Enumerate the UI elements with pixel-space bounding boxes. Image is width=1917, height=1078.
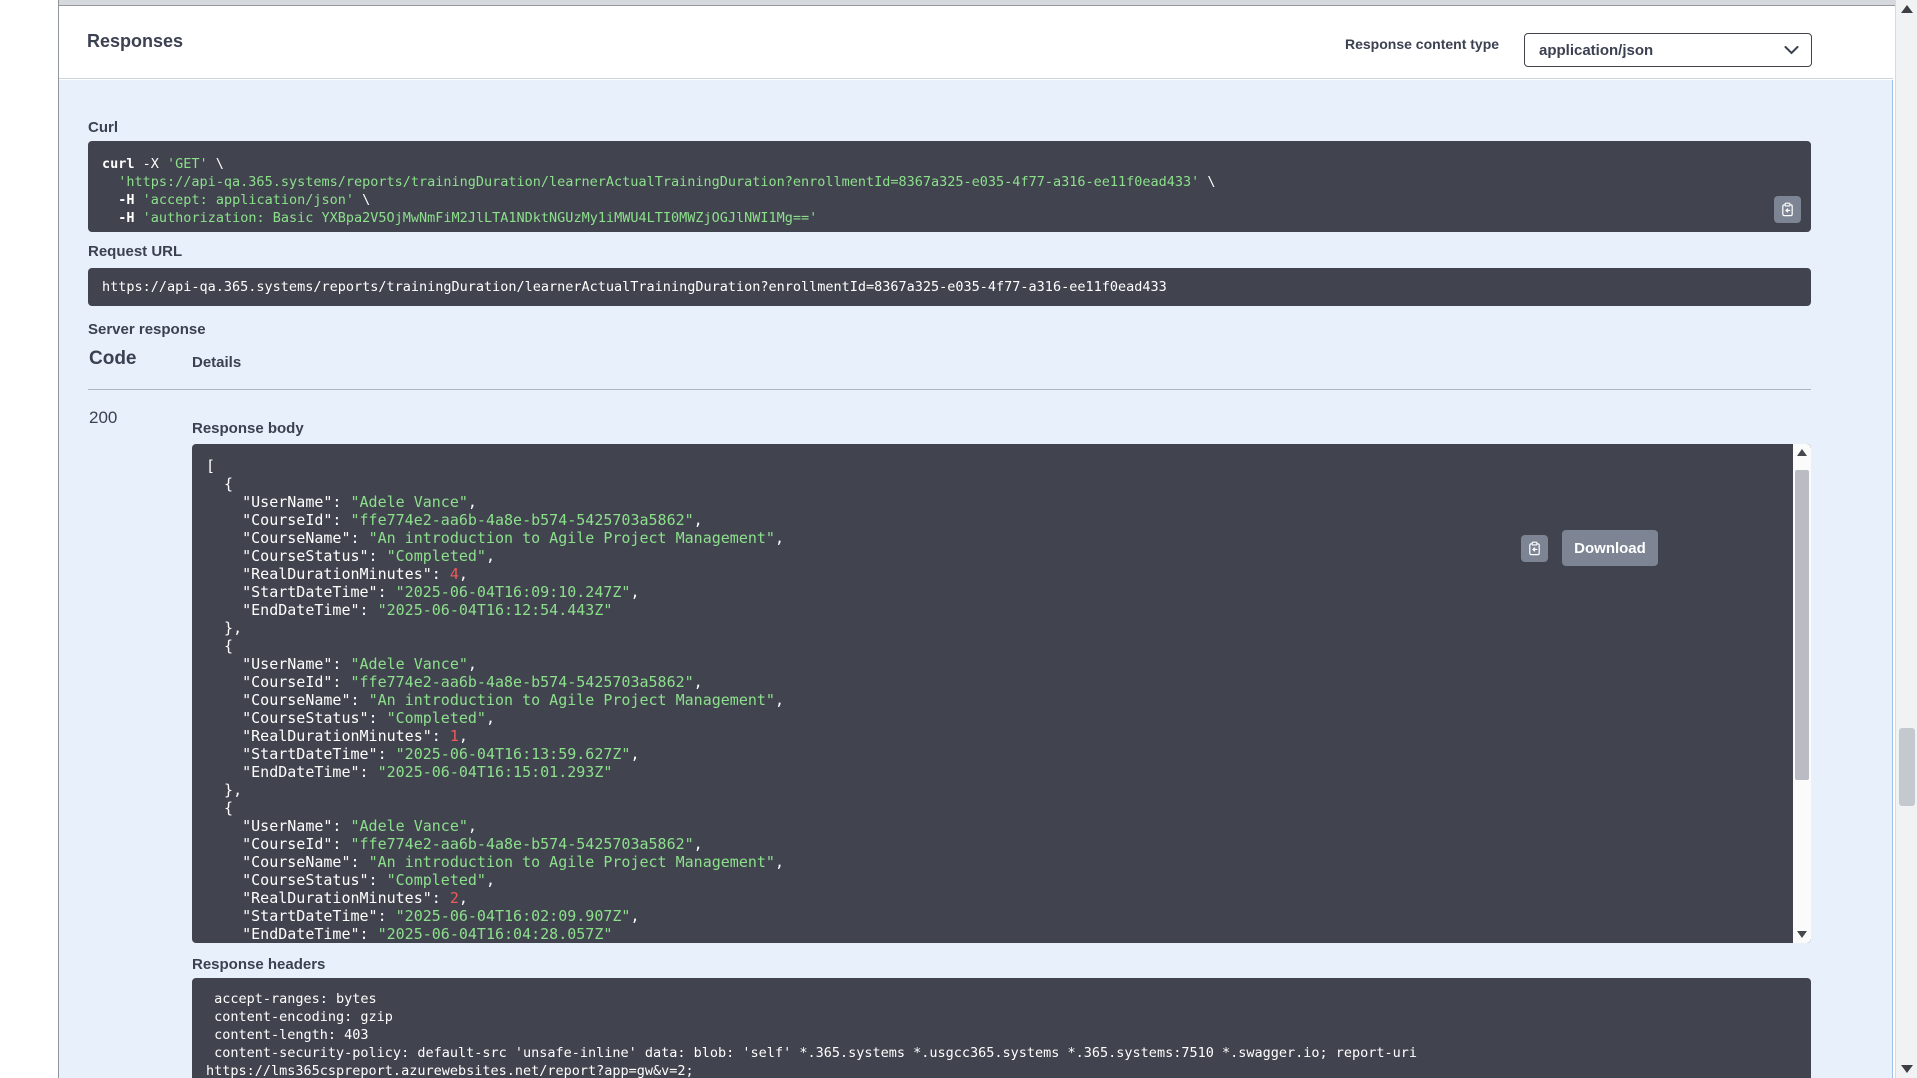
response-content-type-select[interactable]: application/json	[1524, 33, 1812, 67]
top-divider	[58, 0, 1895, 6]
copy-curl-button[interactable]	[1774, 196, 1801, 223]
download-button[interactable]: Download	[1562, 530, 1658, 566]
curl-label: Curl	[88, 119, 118, 136]
clipboard-icon	[1780, 202, 1795, 217]
details-column-header: Details	[192, 354, 241, 371]
response-body-scroll-thumb[interactable]	[1795, 470, 1809, 780]
code-column-header: Code	[89, 348, 137, 370]
request-url-block: https://api-qa.365.systems/reports/train…	[88, 268, 1811, 306]
scroll-up-arrow-icon[interactable]	[1793, 444, 1811, 460]
page-scrollbar[interactable]	[1895, 0, 1917, 1078]
curl-command-text: curl -X 'GET' \ 'https://api-qa.365.syst…	[102, 155, 1797, 227]
scroll-down-arrow-icon[interactable]	[1793, 927, 1811, 943]
table-header-rule	[88, 389, 1811, 390]
response-body-block[interactable]: [ { "UserName": "Adele Vance", "CourseId…	[192, 444, 1811, 943]
response-body-label: Response body	[192, 420, 304, 437]
page-scroll-down-arrow-icon[interactable]	[1896, 1060, 1917, 1078]
response-headers-block: accept-ranges: bytes content-encoding: g…	[192, 978, 1811, 1078]
response-body-scrollbar[interactable]	[1793, 444, 1811, 943]
responses-header-band: Responses Response content type applicat…	[59, 7, 1893, 79]
responses-panel: Curl curl -X 'GET' \ 'https://api-qa.365…	[59, 80, 1893, 1078]
page-scroll-up-arrow-icon[interactable]	[1896, 0, 1917, 18]
response-content-type-label: Response content type	[1345, 36, 1499, 52]
swagger-responses-page: Responses Response content type applicat…	[0, 0, 1917, 1078]
server-response-label: Server response	[88, 321, 206, 338]
request-url-text: https://api-qa.365.systems/reports/train…	[102, 278, 1797, 296]
curl-command-block: curl -X 'GET' \ 'https://api-qa.365.syst…	[88, 141, 1811, 232]
clipboard-icon	[1527, 541, 1542, 556]
response-content-type-select-wrap: application/json	[1524, 33, 1812, 67]
request-url-label: Request URL	[88, 243, 182, 260]
response-headers-text: accept-ranges: bytes content-encoding: g…	[192, 978, 1811, 1078]
page-scroll-thumb[interactable]	[1899, 728, 1915, 806]
response-body-json: [ { "UserName": "Adele Vance", "CourseId…	[192, 444, 1811, 943]
responses-title: Responses	[87, 31, 183, 52]
status-code: 200	[89, 408, 117, 428]
response-headers-label: Response headers	[192, 956, 325, 973]
copy-response-body-button[interactable]	[1521, 535, 1548, 562]
